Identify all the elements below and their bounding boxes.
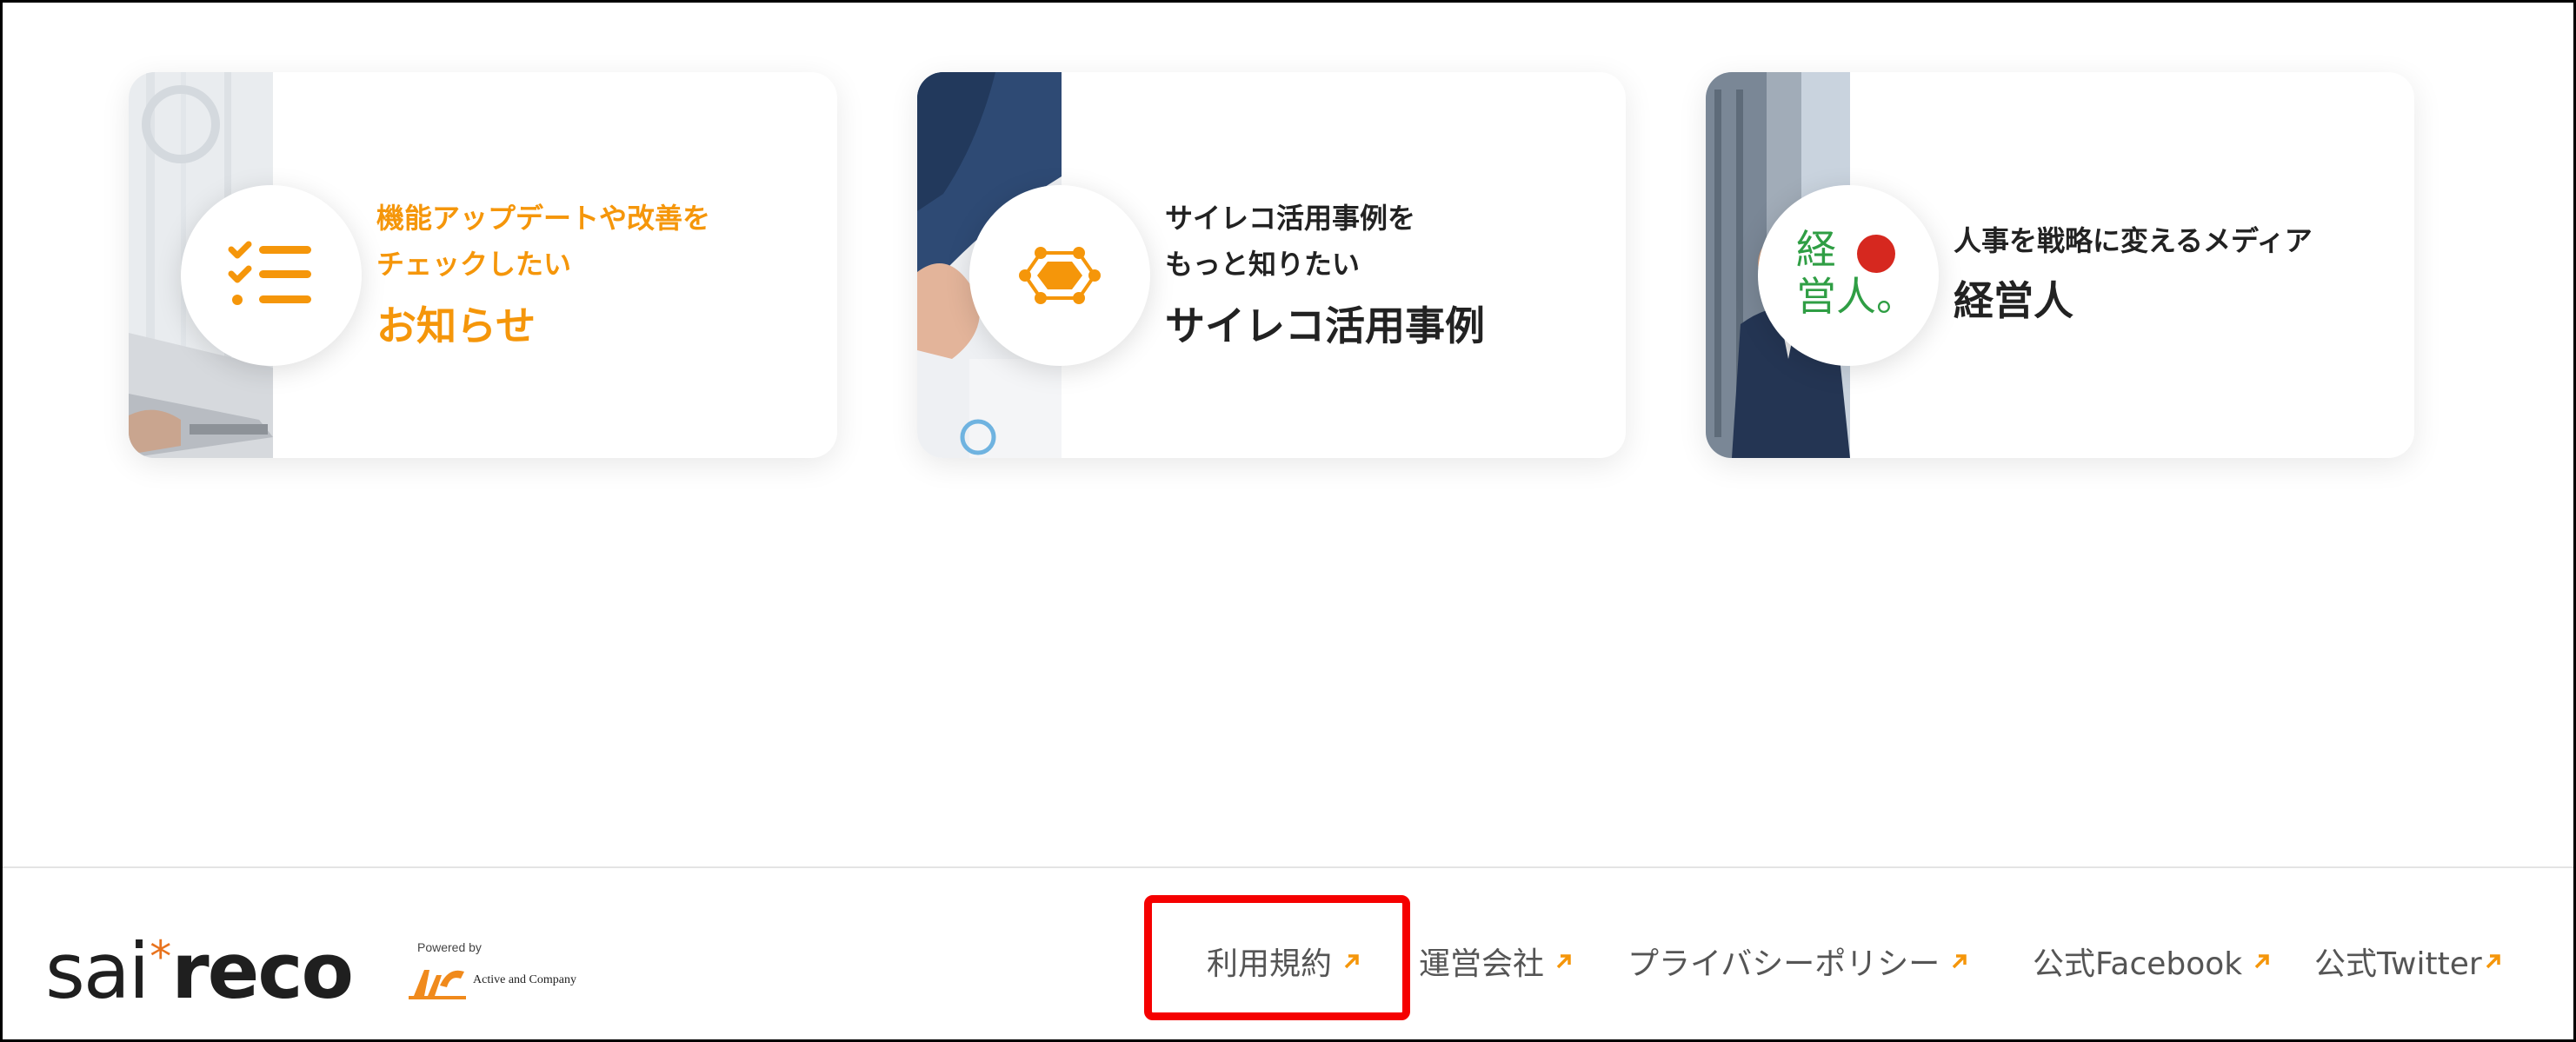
- footer-link-facebook[interactable]: 公式Facebook: [2033, 939, 2272, 984]
- card-keieijin-subtitle: 人事を戦略に変えるメディア: [1954, 224, 2313, 257]
- card-case-studies[interactable]: サイレコ活用事例を もっと知りたい サイレコ活用事例: [917, 72, 1626, 458]
- footer-link-privacy-label: プライバシーポリシー: [1627, 946, 1940, 982]
- external-arrow-icon: [2254, 954, 2269, 969]
- card-keieijin-icon-circle: 経 営人。: [1758, 185, 1939, 366]
- card-case-studies-subtitle-1: サイレコ活用事例を: [1165, 202, 1416, 235]
- footer-link-company[interactable]: 運営会社: [1419, 939, 1574, 984]
- keieijin-logo-char-1: 経: [1796, 226, 1836, 273]
- hexagon-network-icon: [1019, 247, 1101, 304]
- keieijin-logo-char-2: 営人。: [1796, 273, 1916, 320]
- red-circle-icon: [1857, 235, 1895, 273]
- footer-link-twitter-label: 公式Twitter: [2314, 946, 2482, 982]
- card-keieijin-title: 経営人: [1954, 277, 2073, 324]
- footer-link-twitter[interactable]: 公式Twitter: [2314, 939, 2503, 984]
- keieijin-logo: 経 営人。: [1796, 226, 1916, 323]
- card-news-subtitle-1: 機能アップデートや改善を: [376, 202, 711, 235]
- terms-link-highlight-box: [1144, 895, 1410, 1020]
- card-news-title: お知らせ: [376, 302, 536, 349]
- card-news-icon-circle: [181, 185, 362, 366]
- footer-divider: [3, 866, 2573, 868]
- card-keieijin[interactable]: 経 営人。 人事を戦略に変えるメディア 経営人: [1706, 72, 2414, 458]
- card-case-studies-subtitle-2: もっと知りたい: [1165, 248, 1361, 281]
- card-news-subtitle-2: チェックしたい: [376, 248, 572, 281]
- footer-link-privacy[interactable]: プライバシーポリシー: [1627, 939, 1969, 984]
- external-arrow-icon: [1556, 954, 1571, 969]
- footer-link-facebook-label: 公式Facebook: [2033, 946, 2243, 982]
- card-news[interactable]: 機能アップデートや改善を チェックしたい お知らせ: [129, 72, 837, 458]
- card-case-studies-icon-circle: [969, 185, 1150, 366]
- footer-link-company-label: 運営会社: [1419, 946, 1545, 982]
- external-arrow-icon: [2486, 954, 2500, 969]
- checklist-icon: [228, 241, 311, 305]
- external-arrow-icon: [1953, 954, 1967, 969]
- card-case-studies-title: サイレコ活用事例: [1165, 302, 1485, 349]
